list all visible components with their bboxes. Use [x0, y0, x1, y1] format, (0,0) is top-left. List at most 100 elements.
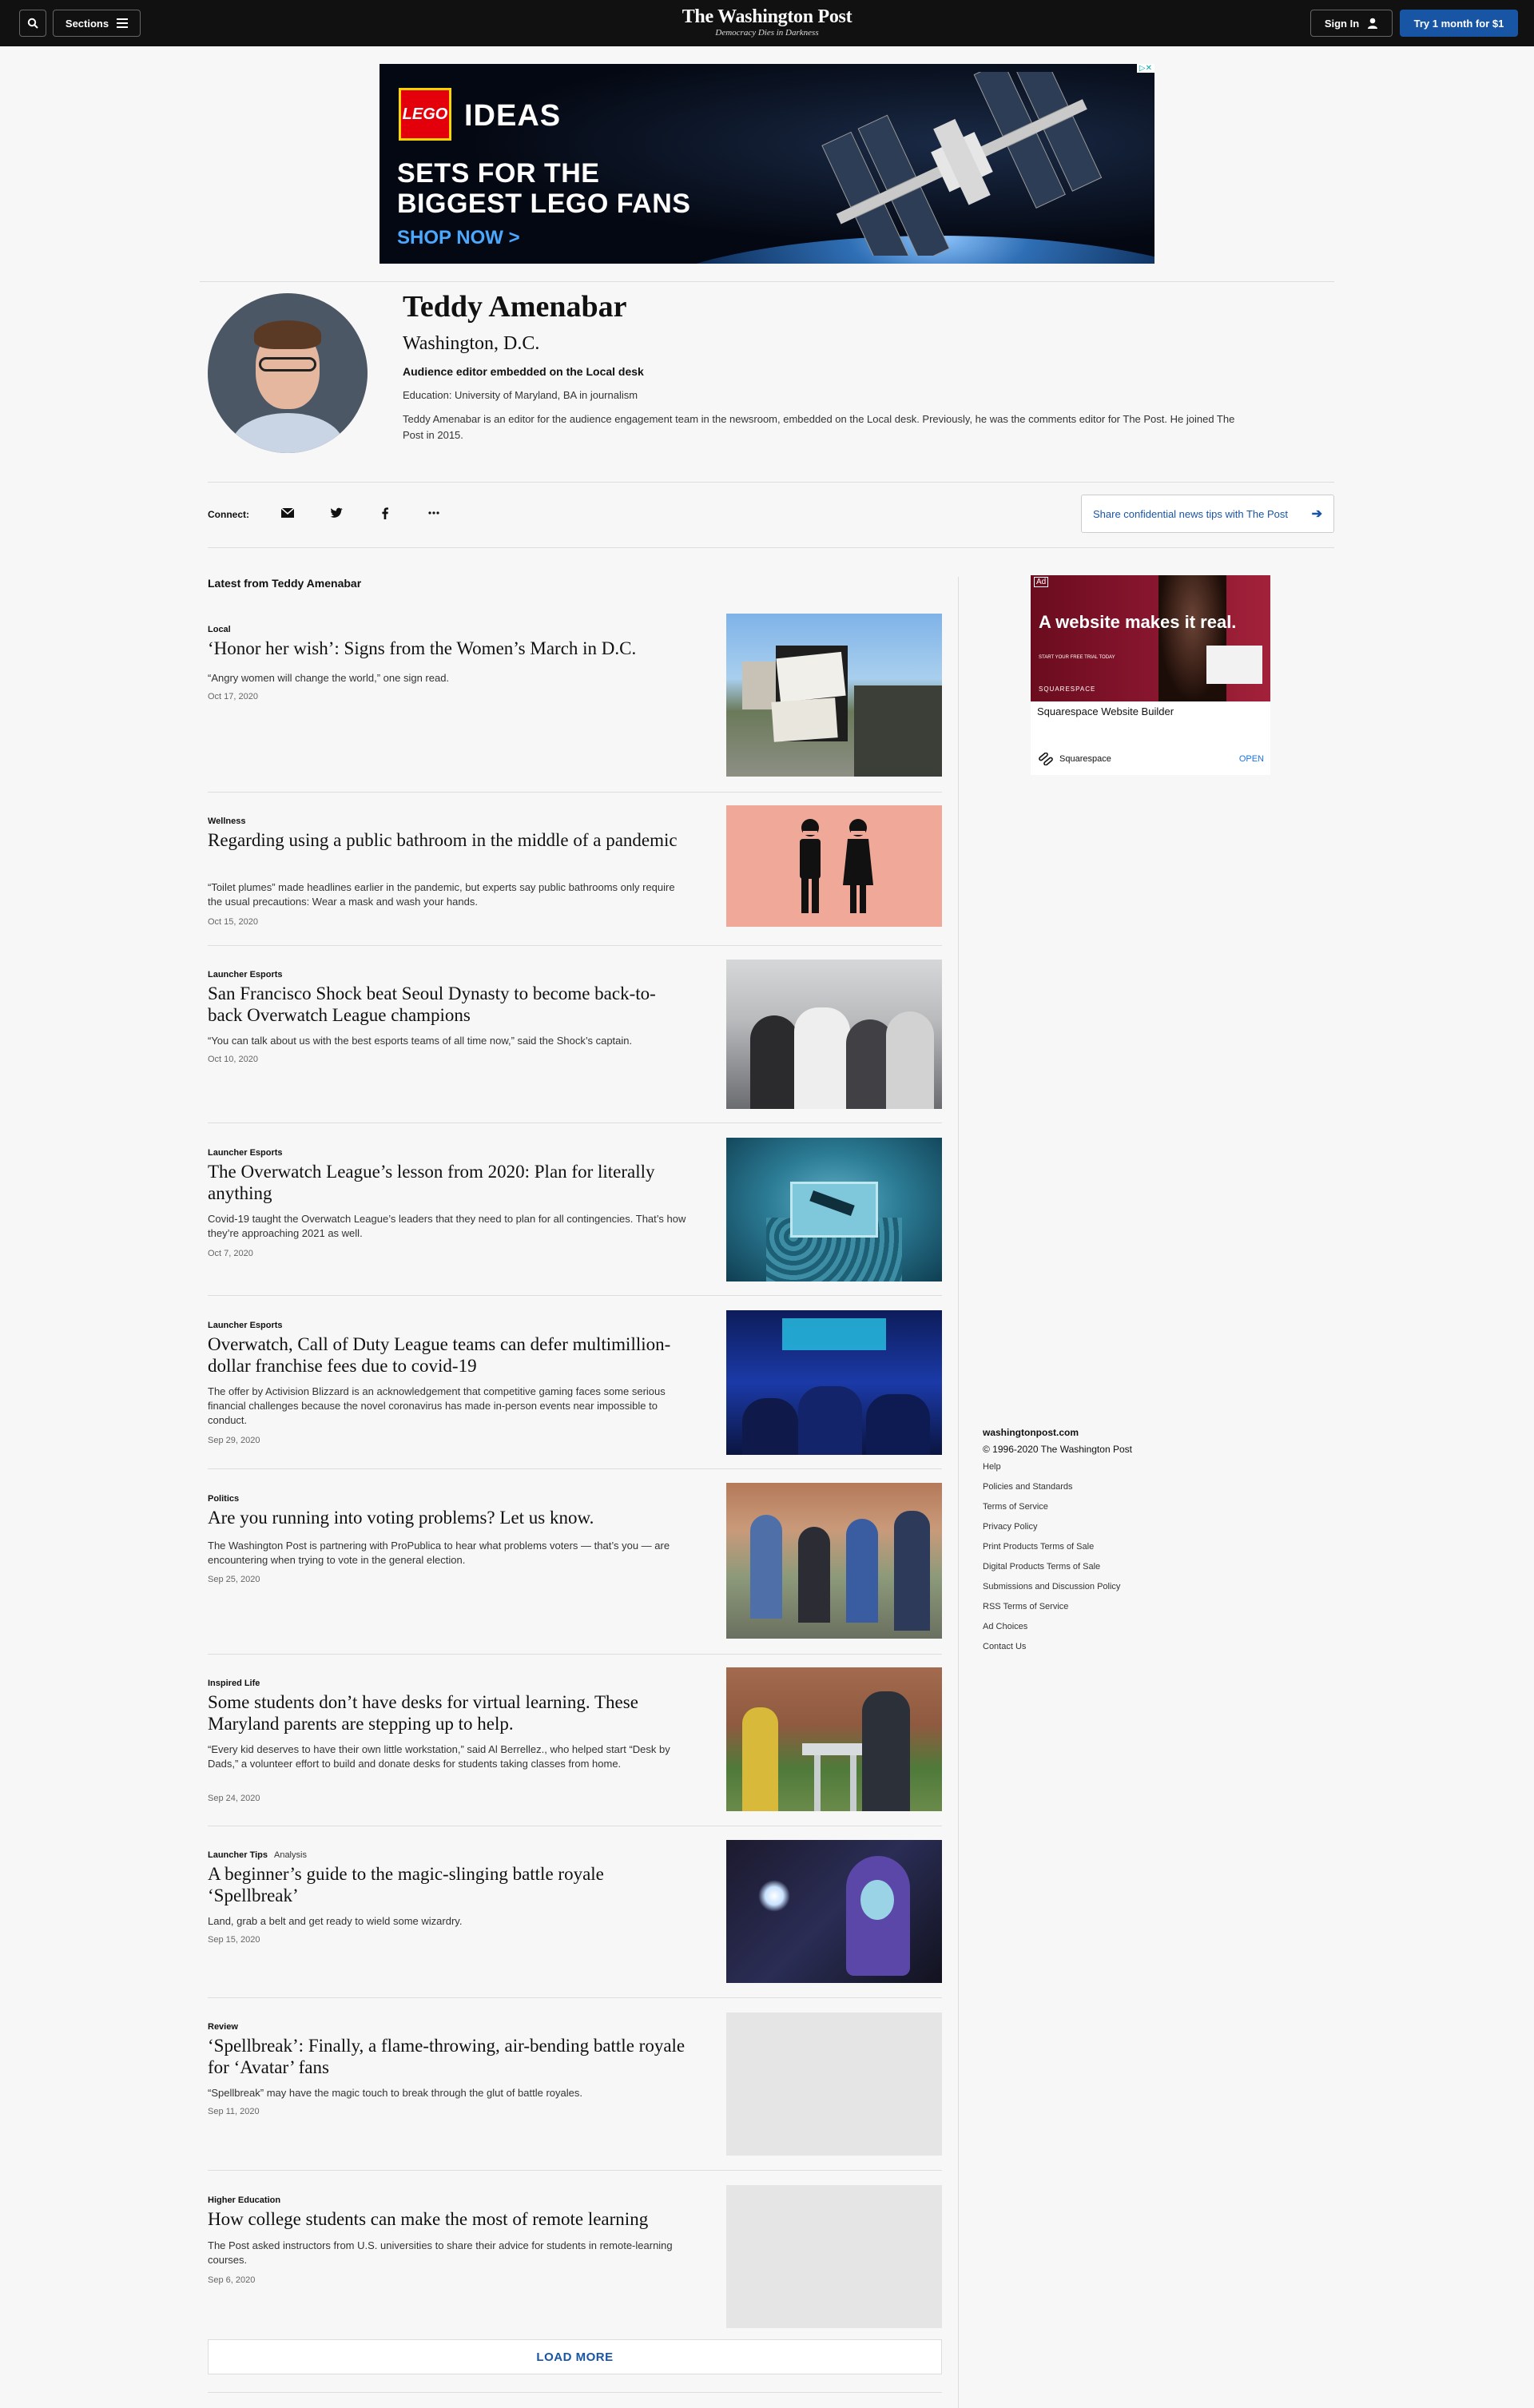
sign-in-label: Sign In [1324, 17, 1360, 30]
ad-title[interactable]: Squarespace Website Builder [1037, 705, 1174, 717]
divider [208, 1654, 942, 1655]
divider [208, 2392, 942, 2393]
footer-link-contact[interactable]: Contact Us [983, 1640, 1132, 1654]
footer-link-policies[interactable]: Policies and Standards [983, 1480, 1132, 1494]
footer-link-submissions[interactable]: Submissions and Discussion Policy [983, 1580, 1132, 1594]
divider [200, 281, 1334, 282]
footer-link-terms[interactable]: Terms of Service [983, 1500, 1132, 1514]
article-headline[interactable]: Are you running into voting problems? Le… [208, 1507, 687, 1528]
divider [208, 1295, 942, 1296]
article-date: Sep 25, 2020 [208, 1575, 260, 1584]
divider [208, 547, 1334, 548]
article-headline[interactable]: ‘Honor her wish’: Signs from the Women’s… [208, 638, 687, 659]
article-blurb: The Washington Post is partnering with P… [208, 1540, 670, 1566]
ad-open-button[interactable]: OPEN [1239, 754, 1264, 764]
article-date: Sep 11, 2020 [208, 2107, 260, 2116]
lego-logo: LEGO [399, 88, 451, 141]
footer-link-ad-choices[interactable]: Ad Choices [983, 1620, 1132, 1634]
footer-link-help[interactable]: Help [983, 1460, 1132, 1474]
article-thumbnail[interactable] [726, 805, 942, 927]
article-thumbnail-placeholder[interactable] [726, 2013, 942, 2156]
facebook-link[interactable] [376, 503, 395, 523]
latest-section-title: Latest from Teddy Amenabar [208, 577, 362, 590]
article-blurb: “Every kid deserves to have their own li… [208, 1743, 670, 1770]
article-headline[interactable]: Overwatch, Call of Duty League teams can… [208, 1333, 687, 1377]
article-date: Oct 15, 2020 [208, 917, 258, 927]
subscribe-trial-button[interactable]: Try 1 month for $1 [1400, 10, 1518, 37]
page-footer: washingtonpost.com © 1996-2020 The Washi… [983, 1427, 1132, 1660]
article-headline[interactable]: A beginner’s guide to the magic-slinging… [208, 1863, 687, 1906]
article-blurb: “Angry women will change the world,” one… [208, 672, 450, 684]
article-date: Oct 10, 2020 [208, 1055, 258, 1064]
squarespace-ad[interactable]: Ad A website makes it real. START YOUR F… [1031, 575, 1270, 775]
article-headline[interactable]: Regarding using a public bathroom in the… [208, 829, 687, 851]
lego-ad-banner[interactable]: LEGO IDEAS SETS FOR THE BIGGEST LEGO FAN… [380, 64, 1154, 264]
ad-headline-line2: BIGGEST LEGO FANS [397, 189, 691, 219]
restroom-figures-image [800, 819, 873, 913]
article-date: Oct 7, 2020 [208, 1249, 253, 1258]
article-blurb: The offer by Activision Blizzard is an a… [208, 1385, 666, 1426]
article-kicker-label: Launcher Tips [208, 1850, 268, 1860]
article-headline[interactable]: Some students don’t have desks for virtu… [208, 1691, 687, 1734]
article-date: Sep 29, 2020 [208, 1436, 260, 1445]
ad-image-subline: START YOUR FREE TRIAL TODAY [1039, 655, 1115, 660]
article-date: Sep 15, 2020 [208, 1935, 260, 1945]
logo-tagline: Democracy Dies in Darkness [715, 28, 819, 38]
article-kicker[interactable]: Local [208, 625, 231, 634]
article-thumbnail[interactable] [726, 960, 942, 1109]
article-kicker[interactable]: Politics [208, 1494, 239, 1504]
article-kicker[interactable]: Launcher Esports [208, 1148, 283, 1158]
email-link[interactable] [278, 503, 297, 523]
article-kicker[interactable]: Higher Education [208, 2195, 280, 2205]
divider [208, 945, 942, 946]
twitter-link[interactable] [327, 503, 346, 523]
ad-image-brand: SQUARESPACE [1039, 685, 1096, 693]
footer-link-rss[interactable]: RSS Terms of Service [983, 1600, 1132, 1614]
site-logo[interactable]: The Washington Post Democracy Dies in Da… [0, 6, 1534, 38]
ad-image: Ad A website makes it real. START YOUR F… [1031, 575, 1270, 701]
article-kicker[interactable]: Wellness [208, 817, 246, 826]
share-tips-label: Share confidential news tips with The Po… [1093, 507, 1289, 520]
article-blurb: Covid-19 taught the Overwatch League’s l… [208, 1213, 686, 1239]
ad-image-headline: A website makes it real. [1039, 612, 1237, 632]
article-kicker[interactable]: Review [208, 2022, 238, 2032]
ad-shop-now-link[interactable]: SHOP NOW > [397, 227, 520, 249]
load-more-button[interactable]: LOAD MORE [208, 2339, 942, 2374]
article-date: Sep 6, 2020 [208, 2275, 256, 2285]
ad-brand-name: Squarespace [1059, 754, 1111, 764]
envelope-icon [281, 508, 294, 518]
footer-site-name: washingtonpost.com [983, 1427, 1079, 1438]
article-thumbnail[interactable] [726, 1483, 942, 1639]
footer-copyright: © 1996-2020 The Washington Post [983, 1444, 1132, 1455]
article-thumbnail[interactable] [726, 614, 942, 777]
article-thumbnail-placeholder[interactable] [726, 2185, 942, 2328]
share-tips-button[interactable]: Share confidential news tips with The Po… [1081, 495, 1334, 533]
article-thumbnail[interactable] [726, 1667, 942, 1811]
article-headline[interactable]: ‘Spellbreak’: Finally, a flame-throwing,… [208, 2035, 687, 2078]
article-thumbnail[interactable] [726, 1138, 942, 1281]
divider [208, 792, 942, 793]
article-kicker[interactable]: Inspired Life [208, 1679, 260, 1688]
article-headline[interactable]: How college students can make the most o… [208, 2208, 687, 2230]
twitter-icon [330, 507, 343, 518]
article-blurb: The Post asked instructors from U.S. uni… [208, 2239, 673, 2266]
arrow-right-icon: ➔ [1311, 507, 1322, 521]
article-thumbnail[interactable] [726, 1310, 942, 1455]
footer-link-print-terms[interactable]: Print Products Terms of Sale [983, 1540, 1132, 1554]
lego-ideas-text: IDEAS [464, 99, 562, 133]
article-headline[interactable]: The Overwatch League’s lesson from 2020:… [208, 1161, 687, 1204]
article-headline[interactable]: San Francisco Shock beat Seoul Dynasty t… [208, 983, 687, 1026]
article-thumbnail[interactable] [726, 1840, 942, 1983]
sign-in-button[interactable]: Sign In [1310, 10, 1393, 37]
article-kicker[interactable]: Launcher Esports [208, 970, 283, 979]
article-blurb: Land, grab a belt and get ready to wield… [208, 1915, 463, 1927]
ad-choices-icon[interactable]: ▷✕ [1136, 64, 1154, 73]
more-options-link[interactable] [424, 503, 443, 523]
author-bio: Teddy Amenabar is an editor for the audi… [403, 413, 1235, 441]
article-date: Sep 24, 2020 [208, 1794, 260, 1803]
article-kicker[interactable]: Launcher Tips Analysis [208, 1850, 307, 1860]
author-education: Education: University of Maryland, BA in… [403, 389, 638, 401]
article-kicker[interactable]: Launcher Esports [208, 1321, 283, 1330]
footer-link-privacy[interactable]: Privacy Policy [983, 1520, 1132, 1534]
footer-link-digital-terms[interactable]: Digital Products Terms of Sale [983, 1560, 1132, 1574]
